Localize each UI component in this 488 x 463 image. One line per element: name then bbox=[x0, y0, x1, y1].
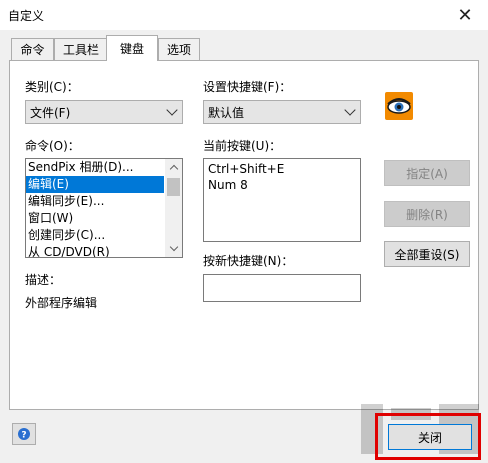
category-select[interactable]: 文件(F) bbox=[25, 100, 183, 124]
new-shortcut-input[interactable] bbox=[203, 274, 361, 302]
title-bar: 自定义 ✕ bbox=[0, 0, 488, 30]
tab-options[interactable]: 选项 bbox=[158, 38, 200, 60]
tab-keyboard[interactable]: 键盘 bbox=[106, 35, 158, 61]
list-item[interactable]: 创建同步(C)... bbox=[26, 227, 164, 244]
tab-commands[interactable]: 命令 bbox=[11, 38, 54, 60]
chevron-down-icon bbox=[344, 104, 356, 116]
tab-label: 命令 bbox=[20, 43, 45, 57]
category-label: 类别(C)： bbox=[25, 80, 79, 94]
new-shortcut-label: 按新快捷键(N)： bbox=[203, 254, 294, 268]
scroll-thumb[interactable] bbox=[167, 178, 180, 196]
list-item[interactable]: 窗口(W) bbox=[26, 210, 164, 227]
commands-scrollbar[interactable] bbox=[165, 159, 182, 257]
commands-list[interactable]: SendPix 相册(D)... 编辑(E) 编辑同步(E)... 窗口(W) … bbox=[25, 158, 183, 258]
commands-label: 命令(O)： bbox=[25, 139, 80, 153]
scroll-up-icon[interactable] bbox=[165, 159, 182, 176]
svg-text:?: ? bbox=[21, 431, 26, 441]
assign-button[interactable]: 指定(A) bbox=[384, 160, 470, 186]
remove-button[interactable]: 删除(R) bbox=[384, 201, 470, 227]
reset-all-button[interactable]: 全部重设(S) bbox=[384, 241, 470, 267]
tab-label: 工具栏 bbox=[62, 43, 99, 57]
list-item-selected[interactable]: 编辑(E) bbox=[26, 176, 164, 193]
tab-label: 选项 bbox=[166, 43, 191, 57]
scroll-down-icon[interactable] bbox=[165, 240, 182, 257]
window-title: 自定义 bbox=[8, 9, 45, 23]
description-text: 外部程序编辑 bbox=[25, 296, 98, 310]
description-label: 描述： bbox=[25, 273, 62, 287]
set-shortcut-label: 设置快捷键(F)： bbox=[203, 80, 292, 94]
list-item[interactable]: 编辑同步(E)... bbox=[26, 193, 164, 210]
set-shortcut-select[interactable]: 默认值 bbox=[203, 100, 361, 124]
list-item[interactable]: SendPix 相册(D)... bbox=[26, 159, 164, 176]
current-keys-label: 当前按键(U)： bbox=[203, 139, 282, 153]
chevron-down-icon bbox=[166, 104, 178, 116]
help-icon: ? bbox=[18, 428, 30, 441]
set-shortcut-value: 默认值 bbox=[208, 105, 245, 120]
eye-icon bbox=[385, 92, 413, 120]
tab-label: 键盘 bbox=[119, 42, 144, 56]
tab-toolbars[interactable]: 工具栏 bbox=[54, 38, 108, 60]
current-keys-list[interactable]: Ctrl+Shift+E Num 8 bbox=[203, 158, 361, 242]
close-icon[interactable]: ✕ bbox=[448, 2, 482, 28]
highlight-box bbox=[375, 413, 481, 460]
current-key-item[interactable]: Num 8 bbox=[208, 177, 356, 193]
list-item[interactable]: 从 CD/DVD(R) bbox=[26, 244, 164, 257]
category-value: 文件(F) bbox=[30, 105, 71, 120]
current-key-item[interactable]: Ctrl+Shift+E bbox=[208, 161, 356, 177]
help-button[interactable]: ? bbox=[12, 423, 36, 445]
